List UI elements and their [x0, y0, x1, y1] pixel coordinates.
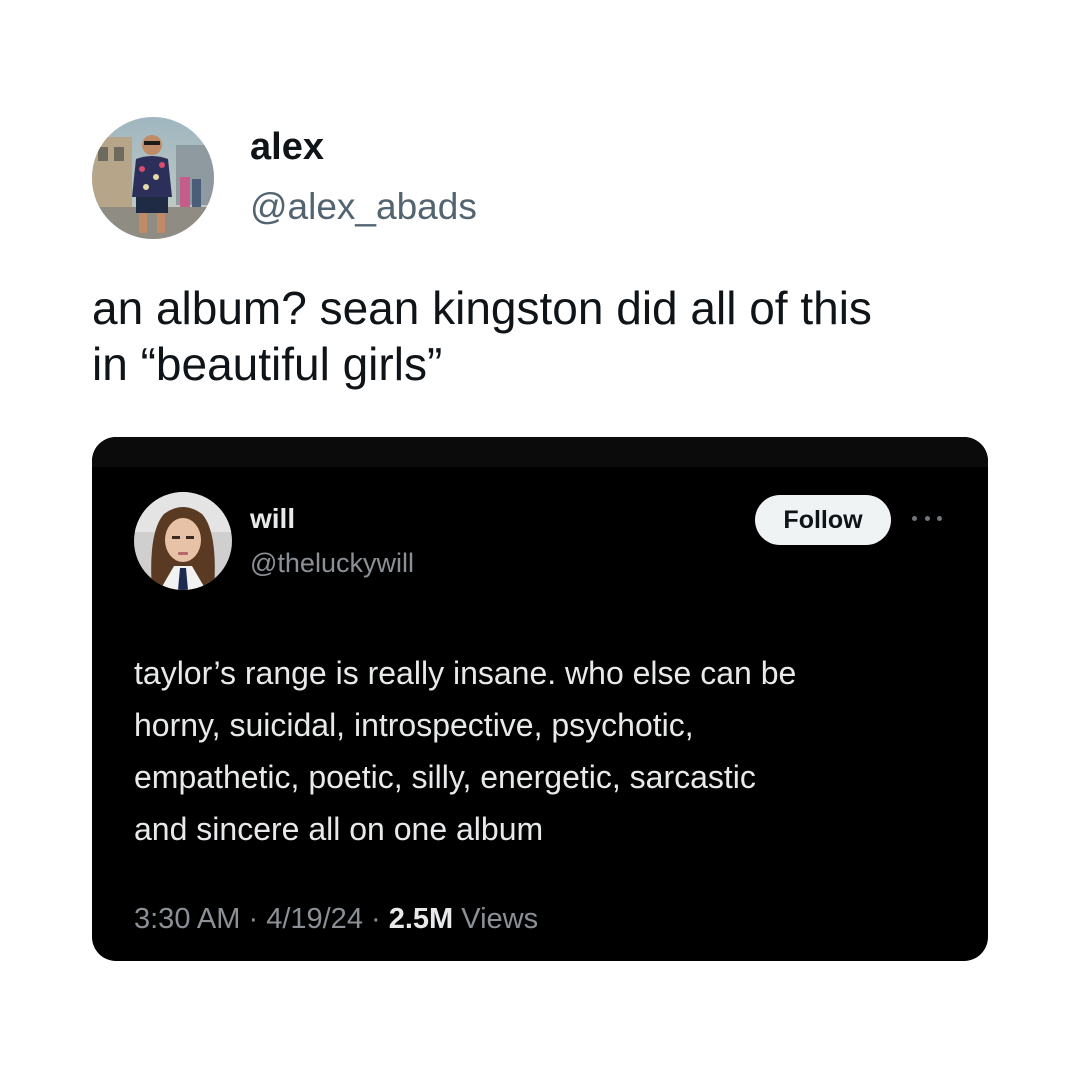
views-count[interactable]: 2.5M — [389, 903, 453, 935]
outer-tweet-header: alex @alex_abads — [92, 117, 477, 239]
quoted-display-name[interactable]: will — [250, 503, 295, 535]
tweet-time[interactable]: 3:30 AM — [134, 903, 240, 935]
avatar-photo — [92, 117, 214, 239]
meta-separator: · — [362, 903, 389, 935]
tweet-date[interactable]: 4/19/24 — [266, 903, 363, 935]
quoted-tweet-text: taylor’s range is really insane. who els… — [134, 647, 934, 855]
tweet-text-line: in “beautiful girls” — [92, 338, 443, 390]
quoted-avatar-photo — [134, 492, 232, 590]
quoted-user-handle[interactable]: @theluckywill — [250, 547, 414, 579]
quoted-text-line: taylor’s range is really insane. who els… — [134, 655, 797, 691]
more-dot — [912, 515, 917, 521]
quoted-avatar[interactable] — [134, 492, 232, 590]
avatar[interactable] — [92, 117, 214, 239]
quoted-tweet-card: will @theluckywill Follow taylor’s range… — [92, 437, 988, 961]
quoted-text-line: empathetic, poetic, silly, energetic, sa… — [134, 759, 756, 795]
tweet-text: an album? sean kingston did all of this … — [92, 280, 1012, 392]
display-name[interactable]: alex — [250, 125, 477, 169]
tweet-metadata: 3:30 AM · 4/19/24 · 2.5M Views — [134, 901, 538, 937]
user-handle[interactable]: @alex_abads — [250, 185, 477, 229]
more-horizontal-icon[interactable] — [912, 511, 942, 525]
quoted-text-line: horny, suicidal, introspective, psychoti… — [134, 707, 694, 743]
more-dot — [924, 515, 930, 521]
card-top-strip — [92, 437, 988, 467]
quoted-text-line: and sincere all on one album — [134, 811, 544, 847]
views-label: Views — [453, 903, 539, 935]
meta-separator: · — [240, 903, 267, 935]
outer-name-block: alex @alex_abads — [250, 125, 477, 229]
tweet-text-line: an album? sean kingston did all of this — [92, 282, 872, 334]
follow-button[interactable]: Follow — [755, 495, 891, 545]
more-dot — [937, 515, 942, 521]
